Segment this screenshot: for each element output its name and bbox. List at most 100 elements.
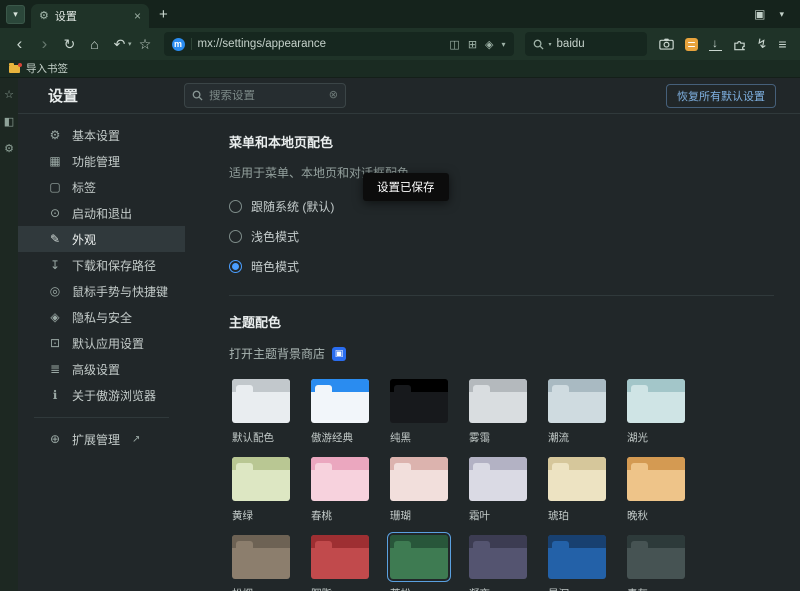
- color-mode-option-2[interactable]: 暗色模式: [229, 258, 774, 275]
- theme-option-8[interactable]: 珊瑚: [387, 454, 451, 523]
- sidebar-item-basic[interactable]: ⚙ 基本设置: [18, 122, 185, 148]
- tab-close-icon[interactable]: ×: [134, 10, 141, 22]
- theme-option-17[interactable]: 青灰: [624, 532, 688, 591]
- theme-swatch: [548, 379, 606, 423]
- info-icon: ℹ: [48, 389, 62, 401]
- sidebar-item-extensions[interactable]: ⊕ 扩展管理 ↗: [18, 426, 185, 452]
- theme-option-14[interactable]: 苍松: [387, 532, 451, 591]
- sidebar-item-privacy[interactable]: ◈ 隐私与安全: [18, 304, 185, 330]
- saved-toast: 设置已保存: [363, 173, 449, 201]
- theme-option-11[interactable]: 晚秋: [624, 454, 688, 523]
- theme-swatch: [627, 379, 685, 423]
- settings-page: ☆ ◧ ⚙ 设置 ⊗ 恢复所有默认设置 ⚙ 基本设置 ▦ 功能管理: [0, 78, 800, 591]
- color-mode-option-0[interactable]: 跟随系统 (默认): [229, 198, 774, 215]
- theme-option-0[interactable]: 默认配色: [229, 376, 293, 445]
- color-mode-option-1[interactable]: 浅色模式: [229, 228, 774, 245]
- import-bookmarks-folder-icon: [9, 65, 20, 73]
- forward-button[interactable]: ›: [33, 33, 56, 56]
- theme-grid: 默认配色 傲游经典 纯黑 雾霭 潮流: [229, 376, 774, 591]
- sidebar-item-startup[interactable]: ⊙ 启动和退出: [18, 200, 185, 226]
- new-tab-button[interactable]: +: [159, 7, 168, 22]
- sidebar-item-mouse[interactable]: ◎ 鼠标手势与快捷键: [18, 278, 185, 304]
- engine-dropdown-icon[interactable]: ▾: [549, 41, 552, 48]
- section-subtitle-color-mode: 适用于菜单、本地页和对话框配色: [229, 164, 774, 181]
- favorite-star-button[interactable]: ☆: [134, 33, 157, 56]
- rail-settings-icon[interactable]: ⚙: [4, 144, 14, 155]
- divider: [191, 38, 192, 50]
- url-text[interactable]: mx://settings/appearance: [198, 38, 444, 50]
- theme-swatch: [548, 535, 606, 579]
- theme-option-15[interactable]: 凝夜: [466, 532, 530, 591]
- address-bar[interactable]: m mx://settings/appearance ◫ ⊞ ◈ ▾: [164, 32, 514, 56]
- theme-swatch: [469, 379, 527, 423]
- tab-settings[interactable]: ⚙ 设置 ×: [31, 4, 149, 28]
- undo-closed-tab-button[interactable]: ↶ ▾: [108, 33, 132, 56]
- notes-icon[interactable]: [685, 38, 698, 51]
- tab-list-chevron-icon[interactable]: ▾: [779, 9, 784, 20]
- reader-mode-icon[interactable]: ◫: [449, 38, 459, 51]
- settings-search-box[interactable]: ⊗: [184, 83, 346, 108]
- theme-label: 凝夜: [466, 586, 530, 591]
- browser-menu-button[interactable]: ▾: [6, 5, 25, 24]
- sidebar-item-downloads[interactable]: ↧ 下载和保存路径: [18, 252, 185, 278]
- sidebar-item-appearance[interactable]: ✎ 外观: [18, 226, 185, 252]
- download-manager-icon[interactable]: ↓: [709, 37, 722, 52]
- address-dropdown-icon[interactable]: ▾: [502, 40, 506, 49]
- theme-store-link[interactable]: 打开主题背景商店 ▣: [229, 345, 774, 362]
- theme-option-9[interactable]: 霜叶: [466, 454, 530, 523]
- settings-search-input[interactable]: [209, 90, 323, 102]
- main-menu-icon[interactable]: ≡: [778, 36, 786, 52]
- import-bookmarks-item[interactable]: 导入书签: [26, 61, 68, 76]
- section-title-color-mode: 菜单和本地页配色: [229, 132, 774, 151]
- tab-title: 设置: [55, 8, 128, 24]
- rail-panels-icon[interactable]: ◧: [4, 117, 14, 128]
- flash-icon[interactable]: ↯: [757, 36, 768, 52]
- sidebar-item-default-apps[interactable]: ⊡ 默认应用设置: [18, 330, 185, 356]
- side-rail: ☆ ◧ ⚙: [0, 78, 18, 591]
- search-engine-box[interactable]: ▾ baidu: [525, 32, 647, 56]
- sidebar-item-features[interactable]: ▦ 功能管理: [18, 148, 185, 174]
- resource-sniffer-icon[interactable]: ◈: [485, 38, 493, 51]
- theme-label: 春桃: [308, 508, 372, 523]
- theme-option-16[interactable]: 星沉: [545, 532, 609, 591]
- theme-option-2[interactable]: 纯黑: [387, 376, 451, 445]
- theme-option-10[interactable]: 琥珀: [545, 454, 609, 523]
- theme-store-icon[interactable]: ▣: [332, 347, 346, 361]
- undo-dropdown-icon[interactable]: ▾: [128, 40, 132, 48]
- rail-favorites-icon[interactable]: ☆: [4, 90, 14, 101]
- theme-option-7[interactable]: 春桃: [308, 454, 372, 523]
- theme-option-5[interactable]: 湖光: [624, 376, 688, 445]
- theme-swatch: [390, 457, 448, 501]
- back-button[interactable]: ‹: [8, 33, 31, 56]
- search-icon: [533, 39, 544, 50]
- theme-option-3[interactable]: 雾霭: [466, 376, 530, 445]
- theme-option-1[interactable]: 傲游经典: [308, 376, 372, 445]
- home-button[interactable]: ⌂: [83, 33, 106, 56]
- tab-bar: ▾ ⚙ 设置 × + ▣ ▾: [0, 0, 800, 28]
- theme-swatch: [548, 457, 606, 501]
- sidebar-item-advanced[interactable]: ≣ 高级设置: [18, 356, 185, 382]
- page-title: 设置: [48, 85, 166, 106]
- theme-label: 青灰: [624, 586, 688, 591]
- theme-label: 黄绿: [229, 508, 293, 523]
- refresh-button[interactable]: ↻: [58, 33, 81, 56]
- search-engine-name[interactable]: baidu: [557, 38, 585, 50]
- sidebar-item-tabs[interactable]: ▢ 标签: [18, 174, 185, 200]
- theme-option-13[interactable]: 胭脂: [308, 532, 372, 591]
- theme-option-4[interactable]: 潮流: [545, 376, 609, 445]
- restore-defaults-button[interactable]: 恢复所有默认设置: [666, 84, 776, 108]
- theme-label: 默认配色: [229, 430, 293, 445]
- browser-window: ▾ ⚙ 设置 × + ▣ ▾ ‹ › ↻ ⌂ ↶ ▾ ☆ m mx://sett…: [0, 0, 800, 591]
- theme-option-12[interactable]: 松烟: [229, 532, 293, 591]
- settings-main-pane: 菜单和本地页配色 适用于菜单、本地页和对话框配色 跟随系统 (默认) 浅色模式 …: [185, 114, 800, 591]
- theme-option-6[interactable]: 黄绿: [229, 454, 293, 523]
- theme-label: 珊瑚: [387, 508, 451, 523]
- feature-grid-icon: ▦: [48, 155, 62, 167]
- theme-swatch: [311, 535, 369, 579]
- clear-search-icon[interactable]: ⊗: [329, 90, 338, 101]
- sidebar-item-about[interactable]: ℹ 关于傲游浏览器: [18, 382, 185, 408]
- split-screen-icon[interactable]: ⊞: [468, 38, 477, 51]
- workspace-icon[interactable]: ▣: [754, 7, 765, 21]
- snapshot-camera-icon[interactable]: [659, 38, 674, 50]
- extensions-puzzle-icon[interactable]: [733, 38, 746, 51]
